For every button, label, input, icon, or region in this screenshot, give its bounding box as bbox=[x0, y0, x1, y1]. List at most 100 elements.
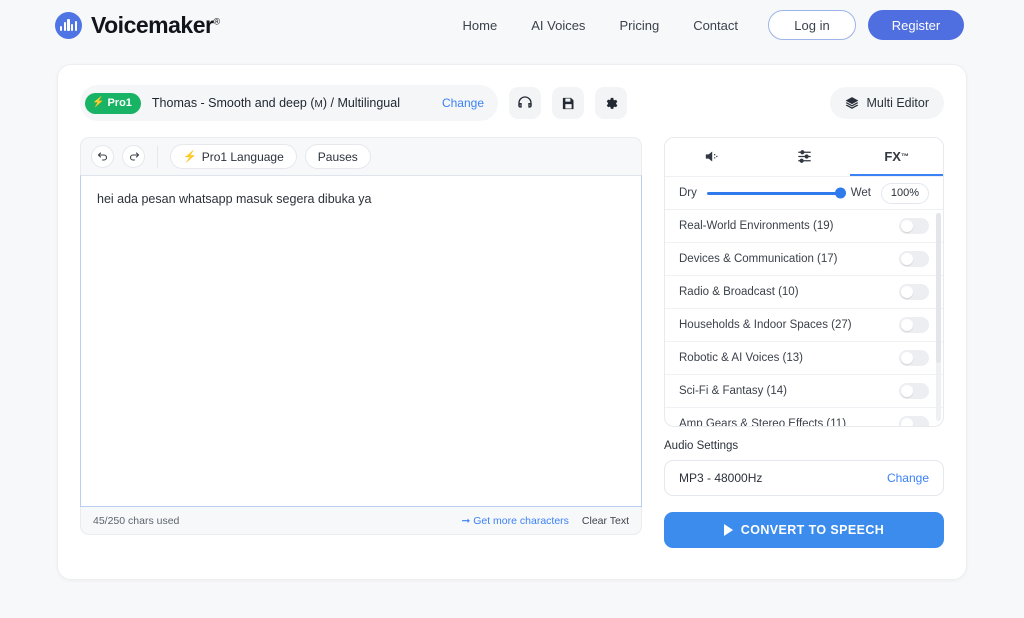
fx-category-row[interactable]: Sci-Fi & Fantasy (14) bbox=[665, 375, 943, 408]
brand-name: Voicemaker® bbox=[91, 12, 220, 39]
fx-category-label: Sci-Fi & Fantasy (14) bbox=[679, 385, 787, 397]
pro-badge-label: Pro1 bbox=[107, 97, 132, 109]
side-panel-column: FX ™ Dry Wet 100% Real-World Environments… bbox=[664, 137, 944, 548]
fx-list-scrollbar-thumb[interactable] bbox=[936, 213, 941, 363]
multi-editor-label: Multi Editor bbox=[866, 96, 929, 110]
headphones-icon bbox=[517, 95, 533, 111]
fx-category-toggle[interactable] bbox=[899, 218, 929, 234]
registered-mark: ® bbox=[213, 15, 220, 26]
brand-name-text: Voicemaker bbox=[91, 11, 214, 38]
save-icon bbox=[561, 96, 576, 111]
play-icon bbox=[723, 524, 733, 536]
headphones-button[interactable] bbox=[509, 87, 541, 119]
site-header: Voicemaker® Home AI Voices Pricing Conta… bbox=[0, 0, 1024, 50]
fx-category-label: Radio & Broadcast (10) bbox=[679, 286, 799, 298]
pro-language-button[interactable]: ⚡ Pro1 Language bbox=[170, 144, 297, 169]
voice-selector[interactable]: ⚡ Pro1 Thomas - Smooth and deep (M) / Mu… bbox=[80, 85, 498, 121]
fx-category-row[interactable]: Households & Indoor Spaces (27) bbox=[665, 309, 943, 342]
fx-category-toggle[interactable] bbox=[899, 251, 929, 267]
pauses-label: Pauses bbox=[317, 149, 358, 164]
fx-list-scrollbar[interactable] bbox=[936, 213, 941, 421]
chars-used-label: 45/250 chars used bbox=[93, 514, 180, 527]
app-body: ⚡ Pro1 Language Pauses hei ada pesan wha… bbox=[58, 123, 966, 548]
nav-item-home[interactable]: Home bbox=[446, 18, 515, 33]
tab-fx[interactable]: FX ™ bbox=[850, 138, 943, 176]
lightning-bolt-icon: ⚡ bbox=[183, 151, 197, 163]
layers-icon bbox=[845, 96, 859, 110]
tab-fx-label: FX bbox=[884, 148, 901, 164]
fx-category-label: Real-World Environments (19) bbox=[679, 220, 834, 232]
change-voice-link[interactable]: Change bbox=[442, 96, 484, 110]
lightning-bolt-icon: ⚡ bbox=[92, 97, 105, 108]
undo-button[interactable] bbox=[91, 145, 114, 168]
save-button[interactable] bbox=[552, 87, 584, 119]
pro-badge: ⚡ Pro1 bbox=[85, 92, 141, 114]
undo-icon bbox=[97, 151, 107, 161]
wet-label: Wet bbox=[850, 187, 871, 199]
fx-category-toggle[interactable] bbox=[899, 317, 929, 333]
redo-button[interactable] bbox=[122, 145, 145, 168]
fx-category-toggle[interactable] bbox=[899, 284, 929, 300]
fx-category-row[interactable]: Amp Gears & Stereo Effects (11) bbox=[665, 408, 943, 426]
voice-name-main: Thomas - Smooth and deep ( bbox=[151, 96, 315, 110]
nav-item-pricing[interactable]: Pricing bbox=[602, 18, 676, 33]
redo-icon bbox=[129, 151, 139, 161]
multi-editor-button[interactable]: Multi Editor bbox=[830, 87, 944, 119]
editor-column: ⚡ Pro1 Language Pauses hei ada pesan wha… bbox=[80, 137, 642, 548]
fx-category-toggle[interactable] bbox=[899, 416, 929, 426]
selected-voice-name: Thomas - Smooth and deep (M) / Multiling… bbox=[152, 96, 400, 110]
register-button[interactable]: Register bbox=[868, 10, 964, 40]
dry-wet-percent: 100% bbox=[881, 182, 929, 204]
app-card: ⚡ Pro1 Thomas - Smooth and deep (M) / Mu… bbox=[57, 64, 967, 580]
audio-format-change-link[interactable]: Change bbox=[887, 471, 929, 485]
fx-category-label: Devices & Communication (17) bbox=[679, 253, 838, 265]
fx-category-row[interactable]: Robotic & AI Voices (13) bbox=[665, 342, 943, 375]
settings-gear-icon bbox=[604, 96, 619, 111]
voice-name-rest: ) / Multilingual bbox=[322, 96, 400, 110]
pro-language-label: Pro1 Language bbox=[201, 149, 284, 164]
editor-text: hei ada pesan whatsapp masuk segera dibu… bbox=[97, 192, 372, 206]
editor-toolbar: ⚡ Pro1 Language Pauses bbox=[80, 137, 642, 175]
main-nav: Home AI Voices Pricing Contact Log in Re… bbox=[446, 10, 964, 40]
fx-category-list: Real-World Environments (19) Devices & C… bbox=[665, 210, 943, 426]
convert-to-speech-button[interactable]: CONVERT TO SPEECH bbox=[664, 512, 944, 548]
speaker-volume-icon bbox=[703, 148, 720, 165]
editor-footer: 45/250 chars used ➞ Get more characters … bbox=[80, 507, 642, 535]
audio-format-value: MP3 - 48000Hz bbox=[679, 471, 763, 485]
tab-fx-trademark: ™ bbox=[900, 151, 909, 161]
editor-footer-actions: ➞ Get more characters Clear Text bbox=[462, 515, 630, 527]
brand-logo[interactable]: Voicemaker® bbox=[55, 11, 220, 39]
settings-button[interactable] bbox=[595, 87, 627, 119]
voice-selection-row: ⚡ Pro1 Thomas - Smooth and deep (M) / Mu… bbox=[58, 65, 966, 123]
dry-wet-control: Dry Wet 100% bbox=[665, 176, 943, 210]
fx-category-label: Amp Gears & Stereo Effects (11) bbox=[679, 418, 847, 426]
fx-category-label: Households & Indoor Spaces (27) bbox=[679, 319, 852, 331]
voice-gender: M bbox=[314, 99, 323, 110]
get-more-characters-link[interactable]: ➞ Get more characters bbox=[462, 515, 569, 527]
toolbar-divider bbox=[157, 145, 158, 168]
fx-category-row[interactable]: Radio & Broadcast (10) bbox=[665, 276, 943, 309]
tab-voice-settings[interactable] bbox=[665, 138, 758, 176]
fx-category-row[interactable]: Devices & Communication (17) bbox=[665, 243, 943, 276]
fx-panel: FX ™ Dry Wet 100% Real-World Environments… bbox=[664, 137, 944, 427]
fx-category-toggle[interactable] bbox=[899, 350, 929, 366]
panel-tabs: FX ™ bbox=[665, 138, 943, 176]
tab-equalizer[interactable] bbox=[758, 138, 851, 176]
convert-to-speech-label: CONVERT TO SPEECH bbox=[740, 523, 885, 537]
nav-item-ai-voices[interactable]: AI Voices bbox=[514, 18, 602, 33]
dry-wet-slider[interactable] bbox=[706, 187, 846, 199]
dry-wet-slider-thumb[interactable] bbox=[834, 187, 846, 199]
pauses-button[interactable]: Pauses bbox=[304, 144, 371, 169]
audio-format-field[interactable]: MP3 - 48000Hz Change bbox=[664, 460, 944, 496]
clear-text-button[interactable]: Clear Text bbox=[582, 515, 629, 527]
nav-item-contact[interactable]: Contact bbox=[676, 18, 755, 33]
text-editor-input[interactable]: hei ada pesan whatsapp masuk segera dibu… bbox=[80, 175, 642, 507]
fx-category-toggle[interactable] bbox=[899, 383, 929, 399]
login-button[interactable]: Log in bbox=[768, 10, 856, 40]
fx-category-label: Robotic & AI Voices (13) bbox=[679, 352, 804, 364]
dry-label: Dry bbox=[679, 187, 697, 199]
fx-category-row[interactable]: Real-World Environments (19) bbox=[665, 210, 943, 243]
voicemaker-logo-icon bbox=[55, 11, 82, 39]
audio-settings-title: Audio Settings bbox=[664, 440, 739, 452]
equalizer-sliders-icon bbox=[796, 148, 813, 165]
